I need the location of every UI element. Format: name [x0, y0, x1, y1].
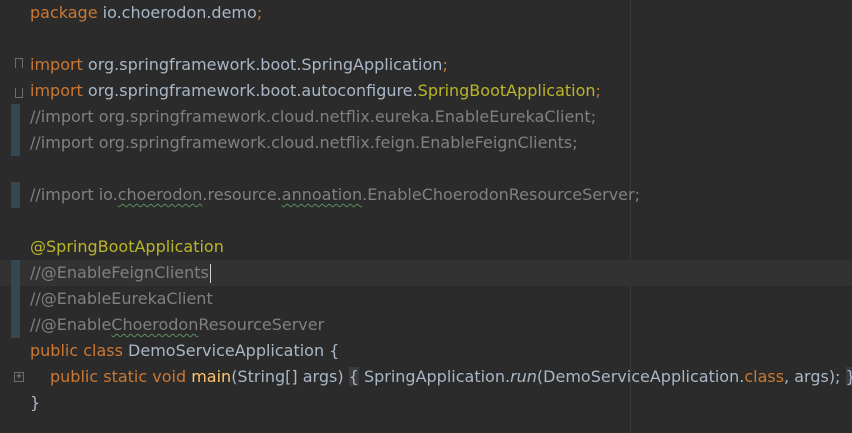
keyword-public-class: public class — [30, 341, 123, 360]
code-line-comment-import-choerodon[interactable]: //import io.choerodon.resource.annoation… — [0, 182, 852, 208]
code-text: public static void main(String[] args) {… — [50, 364, 852, 390]
code-line-comment-import-eureka[interactable]: //import org.springframework.cloud.netfl… — [0, 104, 852, 130]
folded-brace-open[interactable]: { — [348, 367, 359, 386]
fold-expand-icon[interactable]: + — [14, 372, 24, 382]
keyword-import: import — [30, 55, 83, 74]
method-name: main — [191, 367, 232, 386]
folded-brace-close[interactable]: } — [845, 367, 852, 386]
method-call-run: run — [510, 367, 537, 386]
code-text: import org.springframework.boot.SpringAp… — [30, 52, 448, 78]
vcs-change-marker[interactable] — [11, 182, 20, 208]
code-line-comment-enablefeign[interactable]: //@EnableFeignClients — [0, 260, 852, 286]
comment-text: //@EnableEurekaClient — [30, 289, 213, 308]
comment-text: //import org.springframework.cloud.netfl… — [30, 107, 597, 126]
code-text: import org.springframework.boot.autoconf… — [30, 78, 601, 104]
comment-text: //import io.choerodon.resource.annoation… — [30, 182, 640, 208]
vcs-change-marker[interactable] — [11, 286, 20, 312]
comment-part: //@EnableFeignClients — [30, 263, 209, 282]
code-line-class-declaration[interactable]: public class DemoServiceApplication { — [0, 338, 852, 364]
comment-part: //import io. — [30, 185, 118, 204]
code-text: public class DemoServiceApplication { — [30, 338, 339, 364]
vcs-change-marker[interactable] — [11, 312, 20, 338]
spelling-warning-word: annoation — [281, 185, 363, 204]
code-editor[interactable]: package io.choerodon.demo; import org.sp… — [0, 0, 852, 433]
method-call-args-end: , args); — [784, 367, 846, 386]
comment-part: .EnableChoerodonResourceServer; — [362, 185, 640, 204]
code-text: package io.choerodon.demo; — [30, 0, 262, 26]
code-line-blank[interactable] — [0, 156, 852, 182]
class-name: DemoServiceApplication { — [122, 341, 340, 360]
comment-text: //@EnableChoerodonResourceServer — [30, 312, 324, 338]
spelling-warning-word: Choerodon — [111, 315, 199, 334]
vcs-change-marker[interactable] — [11, 130, 20, 156]
method-call-args: (DemoServiceApplication. — [536, 367, 745, 386]
code-line-package[interactable]: package io.choerodon.demo; — [0, 0, 852, 26]
keyword-package: package — [30, 3, 98, 22]
code-line-blank[interactable] — [0, 26, 852, 52]
keyword-class: class — [744, 367, 785, 386]
code-line-comment-enableeureka[interactable]: //@EnableEurekaClient — [0, 286, 852, 312]
code-line-import-springapplication[interactable]: import org.springframework.boot.SpringAp… — [0, 52, 852, 78]
code-line-comment-import-feign[interactable]: //import org.springframework.cloud.netfl… — [0, 130, 852, 156]
fold-open-icon[interactable] — [15, 58, 23, 68]
comment-text: //@EnableFeignClients — [30, 260, 211, 286]
semicolon: ; — [256, 3, 263, 22]
method-params: (String[] args) — [231, 367, 349, 386]
vcs-change-marker[interactable] — [11, 104, 20, 130]
import-path: org.springframework.boot.SpringApplicati… — [82, 55, 443, 74]
keyword-import: import — [30, 81, 83, 100]
code-line-comment-enablechoerodon[interactable]: //@EnableChoerodonResourceServer — [0, 312, 852, 338]
spelling-warning-word: choerodon — [117, 185, 203, 204]
code-line-closing-brace[interactable]: } — [0, 390, 852, 416]
code-line-blank[interactable] — [0, 208, 852, 234]
code-line-import-springbootapplication[interactable]: import org.springframework.boot.autoconf… — [0, 78, 852, 104]
vcs-change-marker[interactable] — [11, 260, 20, 286]
code-line-main-method[interactable]: + public static void main(String[] args)… — [0, 364, 852, 390]
annotation-text: @SpringBootApplication — [30, 237, 224, 256]
text-caret — [209, 264, 211, 283]
semicolon: ; — [595, 81, 601, 100]
closing-brace: } — [30, 393, 41, 412]
import-path: org.springframework.boot.autoconfigure. — [82, 81, 418, 100]
code-line-annotation[interactable]: @SpringBootApplication — [0, 234, 852, 260]
code-lines: package io.choerodon.demo; import org.sp… — [0, 0, 852, 416]
comment-text: //import org.springframework.cloud.netfl… — [30, 133, 578, 152]
comment-part: //@Enable — [30, 315, 112, 334]
package-name: io.choerodon.demo — [97, 3, 257, 22]
keyword-modifiers: public static void — [50, 367, 187, 386]
fold-close-icon[interactable] — [15, 88, 23, 98]
semicolon: ; — [442, 55, 448, 74]
comment-part: .resource. — [202, 185, 282, 204]
method-call: SpringApplication. — [358, 367, 511, 386]
comment-part: ResourceServer — [198, 315, 325, 334]
import-class: SpringBootApplication — [417, 81, 596, 100]
